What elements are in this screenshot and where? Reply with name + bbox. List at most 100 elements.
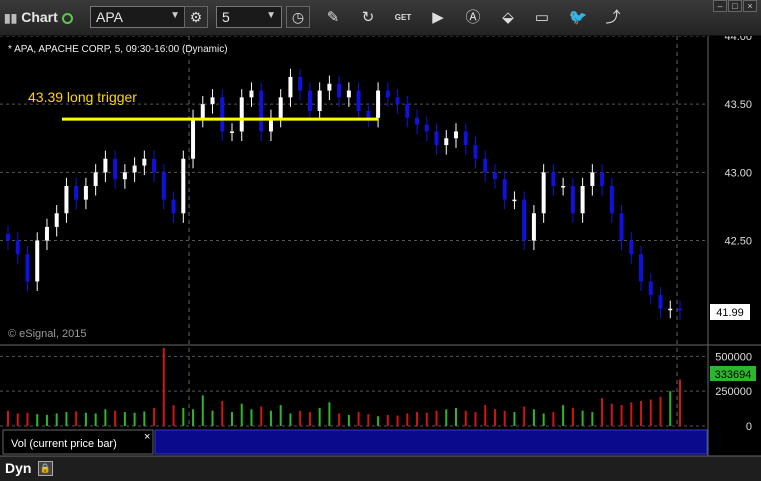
last-price-value: 41.99 [716,307,744,319]
close-icon[interactable]: × [743,0,757,12]
price-tick-label: 44.00 [724,36,752,43]
refresh-icon[interactable]: ↻ [358,8,378,28]
volume-bar [75,411,78,426]
symbol-dropdown-icon[interactable]: ▼ [170,10,180,21]
maximize-icon[interactable]: □ [728,0,742,12]
volume-bar [620,405,623,426]
settings-gear-icon[interactable]: ⚙ [184,6,208,28]
chart-title: ▮▮ Chart [4,9,73,25]
candle-body [629,240,634,255]
candle-body [590,172,595,186]
chart-toolbar: ▮▮ Chart APA ▼ ⚙ 5 ▼ ◷ ✎ ↻ GET ▶ Ⓐ ⬙ ▭ 🐦 … [0,0,761,36]
candle-body [6,233,10,241]
candle-body [492,172,497,180]
candle-body [483,158,488,173]
volume-bar [630,402,633,426]
volume-bar [192,409,195,426]
volume-tick-label: 500000 [715,351,752,363]
candle-body [54,213,59,227]
symbol-input[interactable]: APA ▼ [90,6,186,28]
volume-bar [542,413,545,426]
candle-body [317,90,322,111]
candle-body [541,172,546,214]
price-chart[interactable]: * APA, APACHE CORP, 5, 09:30-16:00 (Dyna… [0,36,761,456]
candle-body [171,199,176,214]
volume-bar [318,407,321,426]
candle-body [210,97,215,105]
candle-body [366,111,371,118]
candle-body [15,240,20,255]
candle-body [307,90,312,111]
volume-bar [406,413,409,426]
volume-tick-label: 0 [746,421,752,433]
volume-bar [45,414,48,426]
interval-dropdown-icon[interactable]: ▼ [266,10,276,21]
volume-label: Vol (current price bar) [11,438,117,450]
volume-bar [484,405,487,426]
candle-body [502,179,507,200]
interval-input[interactable]: 5 ▼ [216,6,282,28]
candle-body [74,186,79,200]
chart-title-label: Chart [21,9,58,25]
volume-bar [357,412,360,426]
volume-label-panel [154,429,708,455]
volume-bar [493,409,496,426]
volume-bar [367,414,370,426]
candle-body [522,199,527,241]
volume-bar [308,412,311,426]
alert-icon[interactable]: Ⓐ [463,8,483,28]
candle-body [161,172,166,200]
volume-bar [474,412,477,426]
volume-bar [649,399,652,426]
volume-bar [455,407,457,426]
link-status-icon[interactable] [61,12,73,24]
volume-close-icon[interactable]: × [144,431,150,443]
volume-bar [425,412,428,426]
candle-body [93,172,98,186]
play-icon[interactable]: ▶ [428,8,448,28]
candle-body [385,90,390,98]
candle-body [132,165,137,173]
candle-body [561,186,566,188]
lock-icon[interactable]: 🔒 [38,461,53,476]
candle-body [619,213,624,241]
candle-body [298,76,303,91]
draw-pencil-icon[interactable]: ✎ [323,8,343,28]
volume-bar [640,400,643,426]
chart-icon: ▮▮ [4,11,18,25]
share-icon[interactable]: ⤴ [603,8,623,28]
volume-bar [610,403,613,426]
candle-body [512,199,517,202]
candle-body [25,254,30,282]
twitter-icon[interactable]: 🐦 [568,8,588,28]
candle-body [668,308,673,311]
tag-icon[interactable]: ⬙ [498,8,518,28]
candle-body [424,124,429,132]
volume-bar [269,410,272,426]
candle-body [678,308,682,311]
candle-body [288,76,293,98]
volume-bar [94,413,97,426]
candle-body [220,97,225,132]
clock-icon[interactable]: ◷ [286,6,310,28]
last-volume-value: 333694 [715,369,752,381]
volume-bar [347,414,350,426]
candle-body [64,186,69,214]
volume-bar [104,409,107,426]
candle-body [103,158,108,173]
minimize-icon[interactable]: – [713,0,727,12]
candle-body [278,97,283,118]
volume-bar [182,407,185,426]
dynamic-label[interactable]: Dyn [5,460,31,476]
candle-body [356,90,361,111]
volume-bar [338,413,341,426]
comment-icon[interactable]: ▭ [532,8,552,28]
candle-body [142,158,147,166]
volume-bar [386,414,389,426]
get-icon[interactable]: GET [393,8,413,28]
volume-bar [601,398,604,426]
volume-bar [435,410,438,426]
volume-bar [571,407,574,426]
volume-bar [162,348,165,426]
candle-body [454,131,458,139]
